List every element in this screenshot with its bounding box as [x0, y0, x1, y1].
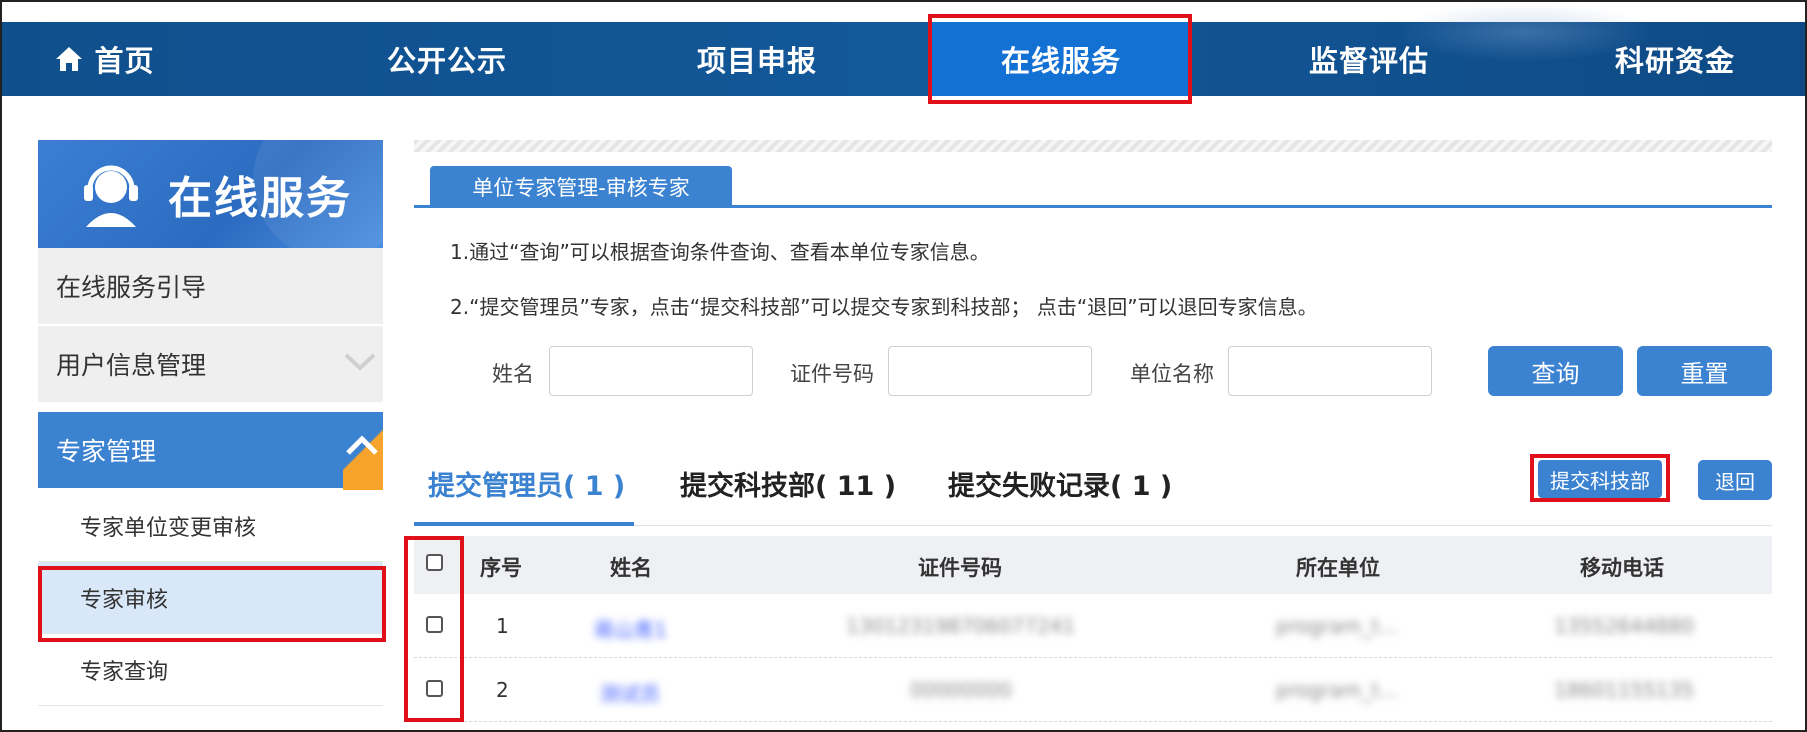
nav-item-research-funds[interactable]: 科研资金	[1570, 22, 1780, 96]
column-header-unit: 所在单位	[1296, 556, 1380, 580]
instruction-line-1: 1.通过“查询”可以根据查询条件查询、查看本单位专家信息。	[450, 240, 990, 264]
tab-unit-expert-review[interactable]: 单位专家管理-审核专家	[430, 166, 732, 208]
sidebar-banner: 在线服务	[38, 140, 383, 248]
nav-item-public-notice[interactable]: 公开公示	[342, 22, 552, 96]
sidebar-item-label: 用户信息管理	[56, 351, 207, 380]
row-phone: 18601155135	[1554, 678, 1694, 702]
row-index: 1	[496, 614, 509, 638]
expert-table: 序号 姓名 证件号码 所在单位 移动电话 1 蒋山青1 130123198706…	[414, 536, 1772, 722]
row-checkbox[interactable]	[426, 616, 443, 633]
subtab-submitted-to-ministry[interactable]: 提交科技部( 11 )	[680, 464, 896, 503]
nav-item-online-service[interactable]: 在线服务	[932, 22, 1190, 96]
instruction-line-2: 2.“提交管理员”专家，点击“提交科技部”可以提交专家到科技部； 点击“退回”可…	[450, 295, 1318, 319]
sidebar-item-label: 在线服务引导	[56, 273, 207, 302]
column-header-index: 序号	[480, 556, 522, 580]
submit-button-label: 提交科技部	[1550, 468, 1650, 493]
table-row[interactable]: 1 蒋山青1 130123198706077241 program_t... 1…	[414, 594, 1772, 658]
submit-to-ministry-button[interactable]: 提交科技部	[1538, 460, 1662, 498]
sidebar-subitem-expert-query[interactable]: 专家查询	[38, 634, 383, 706]
row-phone: 13552644880	[1554, 614, 1694, 638]
sidebar-subitem-expert-review[interactable]: 专家审核	[38, 562, 383, 634]
unit-name-label: 单位名称	[1130, 362, 1214, 386]
reset-button[interactable]: 重置	[1637, 346, 1772, 396]
sidebar-item-expert-management[interactable]: 专家管理	[38, 412, 383, 490]
name-label: 姓名	[492, 362, 534, 386]
chevron-up-icon	[346, 435, 378, 455]
row-name-link[interactable]: 测试员	[600, 678, 660, 707]
query-button[interactable]: 查询	[1488, 346, 1623, 396]
table-row[interactable]: 2 测试员 00000000 program_t... 18601155135	[414, 658, 1772, 722]
table-header: 序号 姓名 证件号码 所在单位 移动电话	[414, 536, 1772, 594]
return-button[interactable]: 退回	[1698, 460, 1772, 500]
id-number-input[interactable]	[888, 346, 1092, 396]
banner-decoration	[253, 140, 383, 248]
row-id-number: 00000000	[910, 678, 1012, 702]
nav-item-label: 监督评估	[1308, 44, 1429, 78]
select-all-checkbox[interactable]	[426, 554, 443, 571]
sidebar-subitem-label: 专家查询	[80, 659, 169, 685]
reset-button-label: 重置	[1680, 359, 1729, 388]
id-number-label: 证件号码	[790, 362, 874, 386]
query-button-label: 查询	[1531, 359, 1580, 388]
nav-item-label: 公开公示	[386, 44, 507, 78]
top-navigation: 首页 公开公示 项目申报 在线服务 监督评估 科研资金	[2, 2, 1805, 96]
nav-item-label: 首页	[94, 44, 155, 78]
main-content: 单位专家管理-审核专家 1.通过“查询”可以根据查询条件查询、查看本单位专家信息…	[404, 140, 1772, 722]
tab-bar: 单位专家管理-审核专家	[414, 152, 1772, 208]
column-header-name: 姓名	[610, 556, 652, 580]
chevron-down-icon	[344, 353, 376, 371]
tab-label: 单位专家管理-审核专家	[472, 176, 690, 200]
sidebar-subitem-label: 专家单位变更审核	[80, 515, 257, 541]
active-tab-underline	[414, 522, 634, 526]
customer-service-icon	[84, 165, 138, 227]
row-index: 2	[496, 678, 509, 702]
unit-name-input[interactable]	[1228, 346, 1432, 396]
row-unit: program_t...	[1276, 678, 1399, 702]
status-tabs: 提交管理员( 1 ) 提交科技部( 11 ) 提交失败记录( 1 ) 提交科技部…	[414, 450, 1772, 526]
home-icon	[56, 47, 83, 71]
sidebar: 在线服务 在线服务引导 用户信息管理 专家管理 专家单位变更审核 专家审核 专家…	[38, 140, 383, 706]
return-button-label: 退回	[1715, 469, 1755, 494]
name-input[interactable]	[549, 346, 753, 396]
row-unit: program_t...	[1276, 614, 1399, 638]
sidebar-subitem-label: 专家审核	[80, 587, 169, 613]
search-form: 姓名 证件号码 单位名称 查询 重置	[414, 346, 1772, 396]
nav-item-label: 项目申报	[696, 44, 817, 78]
subtab-submitted-to-admin[interactable]: 提交管理员( 1 )	[428, 464, 625, 503]
nav-item-label: 在线服务	[1000, 44, 1121, 78]
row-name-link[interactable]: 蒋山青1	[594, 614, 667, 643]
sidebar-item-service-guide[interactable]: 在线服务引导	[38, 248, 383, 326]
row-id-number: 130123198706077241	[846, 614, 1076, 638]
nav-item-project-application[interactable]: 项目申报	[652, 22, 862, 96]
column-header-id-number: 证件号码	[918, 556, 1002, 580]
column-header-phone: 移动电话	[1580, 556, 1664, 580]
sidebar-subitem-unit-change-review[interactable]: 专家单位变更审核	[38, 490, 383, 562]
nav-item-supervision[interactable]: 监督评估	[1264, 22, 1474, 96]
sidebar-item-user-info[interactable]: 用户信息管理	[38, 326, 383, 404]
nav-item-label: 科研资金	[1614, 44, 1735, 78]
sidebar-item-label: 专家管理	[56, 437, 157, 466]
nav-item-home[interactable]: 首页	[2, 22, 207, 96]
row-checkbox[interactable]	[426, 680, 443, 697]
decorative-stripe	[414, 140, 1772, 152]
subtab-failed-records[interactable]: 提交失败记录( 1 )	[948, 464, 1172, 503]
